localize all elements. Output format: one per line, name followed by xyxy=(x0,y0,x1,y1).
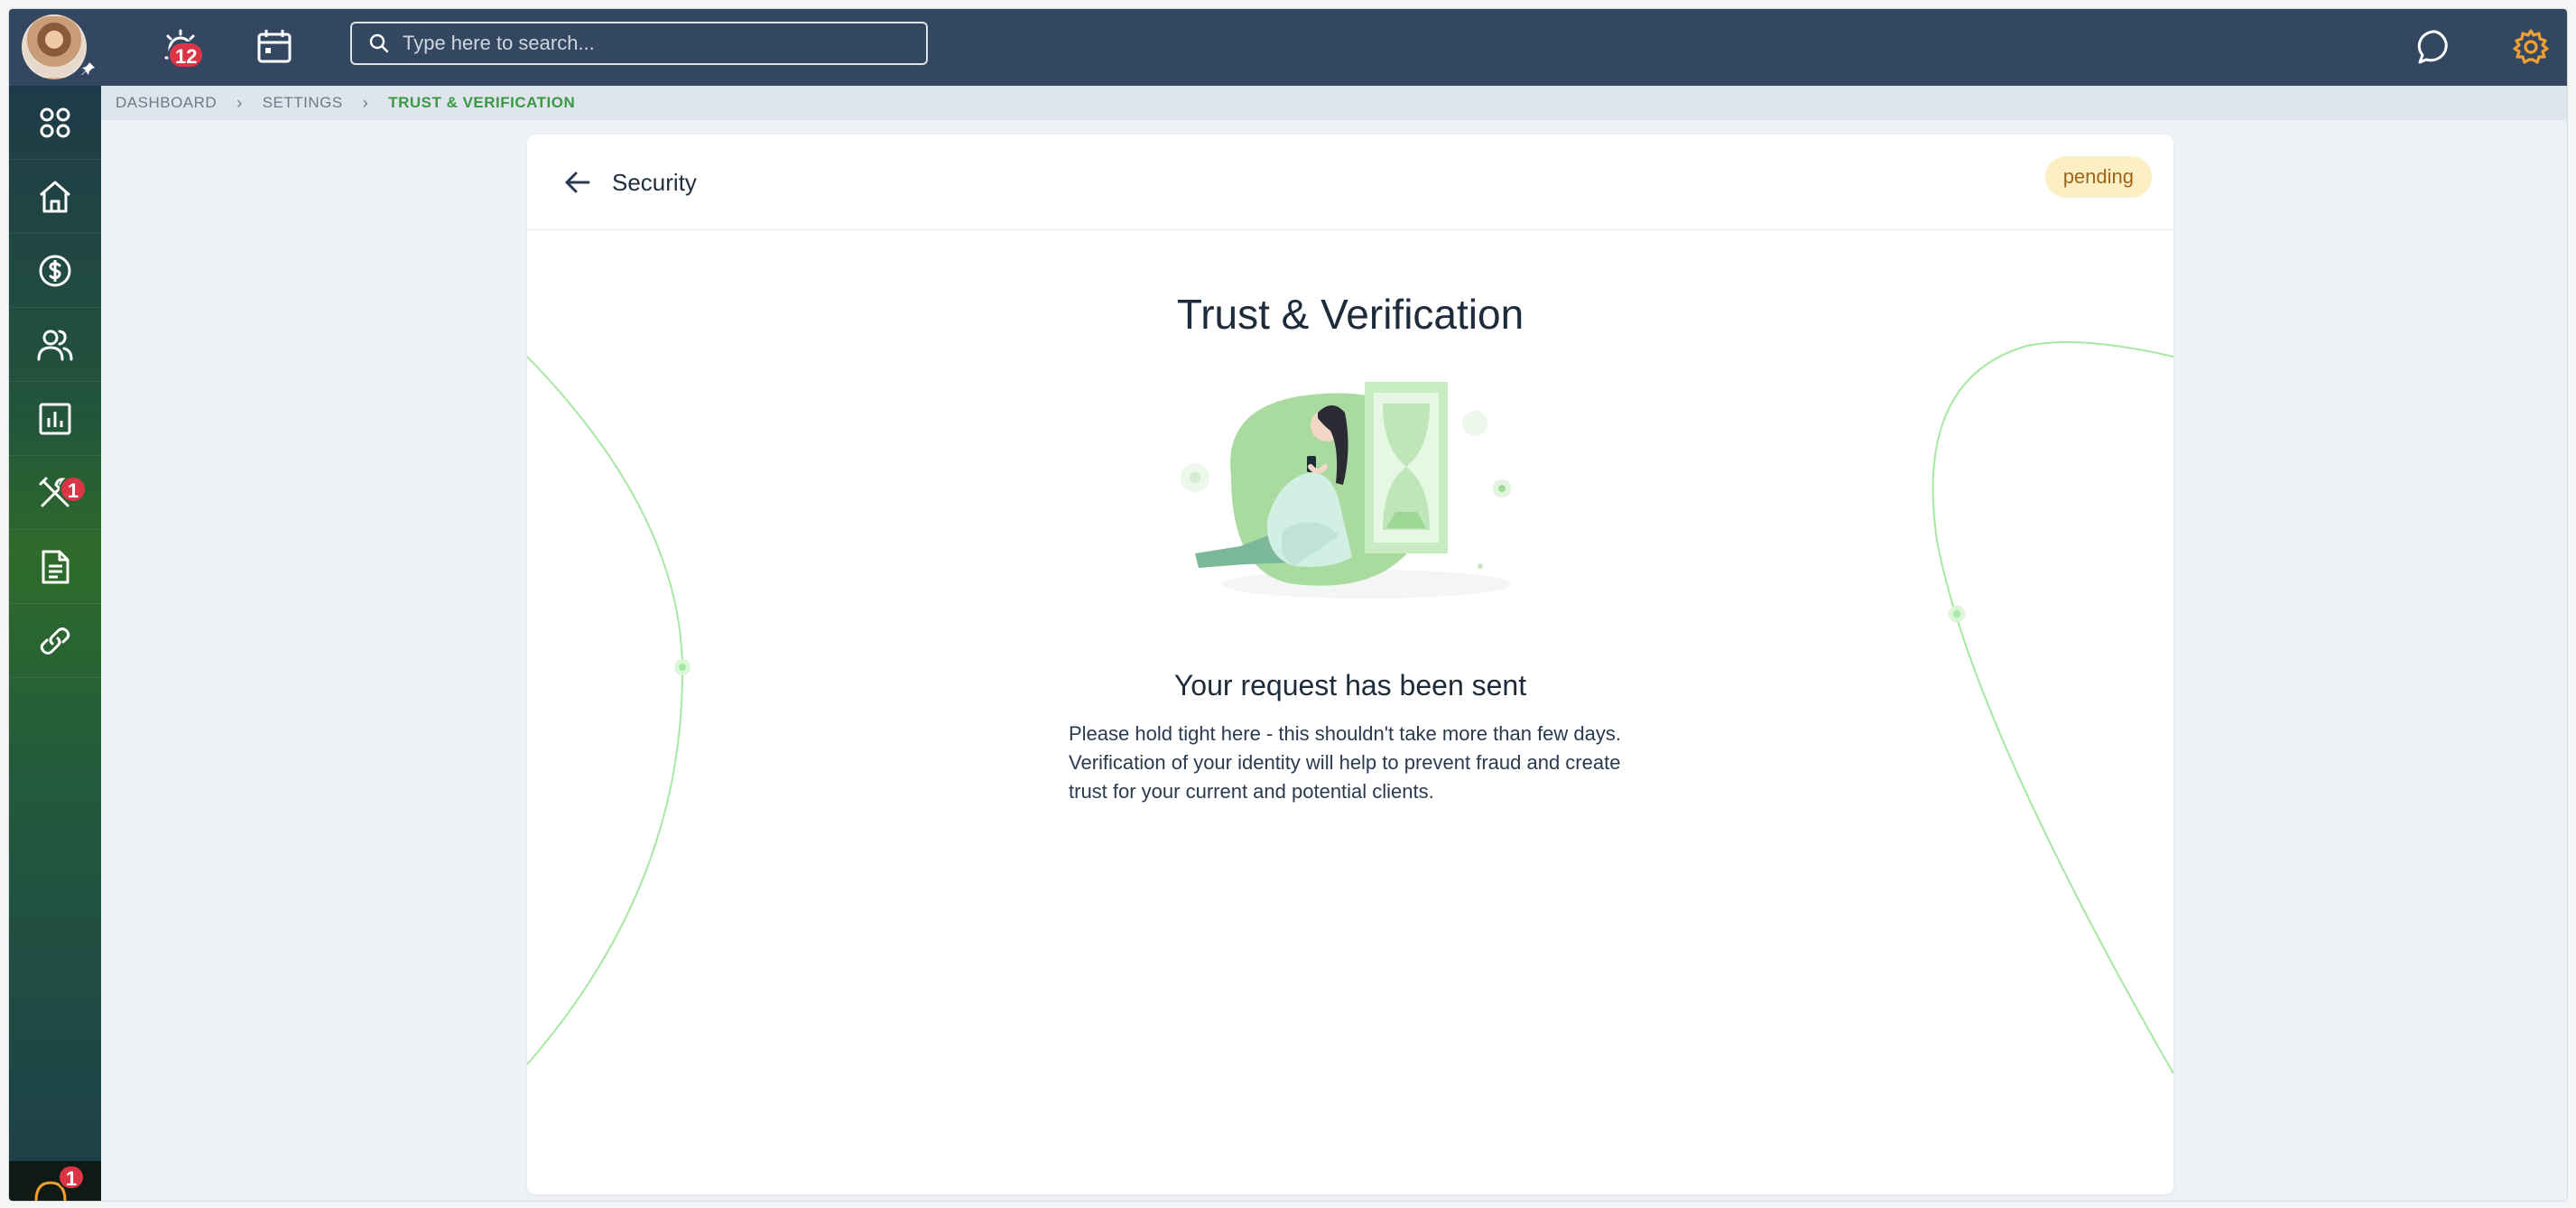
sidebar-item-reports[interactable] xyxy=(9,382,101,456)
confirmation-description: Please hold tight here - this shouldn't … xyxy=(1069,722,1621,803)
chevron-right-icon: › xyxy=(236,93,243,112)
verification-card: Security pending Trust & Verification Yo… xyxy=(527,135,2173,1194)
notifications-badge: 12 xyxy=(168,42,205,69)
calendar-icon[interactable] xyxy=(255,27,294,67)
confirmation-heading: Your request has been sent xyxy=(1173,669,1527,702)
home-icon xyxy=(40,181,70,212)
search-box[interactable] xyxy=(350,22,928,65)
chat-icon[interactable] xyxy=(2415,27,2455,67)
settings-gear-icon[interactable] xyxy=(2511,27,2551,67)
breadcrumb-settings[interactable]: SETTINGS xyxy=(263,94,343,112)
bottom-badge: 1 xyxy=(58,1165,85,1190)
tools-badge: 1 xyxy=(60,476,87,503)
user-avatar[interactable] xyxy=(22,14,87,79)
sidebar-bottom-area: 1 xyxy=(9,1161,101,1201)
sidebar: 1 1 xyxy=(9,86,101,1201)
top-bar: 12 xyxy=(9,9,2567,86)
status-badge: pending xyxy=(2044,156,2152,198)
sidebar-item-tools[interactable] xyxy=(9,456,101,530)
dollar-coin-icon xyxy=(39,255,71,286)
search-input[interactable] xyxy=(403,32,908,55)
chevron-right-icon: › xyxy=(362,93,369,112)
waiting-woman-hourglass-illustration xyxy=(1181,382,1511,599)
breadcrumb-trust-verification: TRUST & VERIFICATION xyxy=(388,94,576,111)
apps-grid-icon xyxy=(40,107,70,137)
document-icon xyxy=(42,550,69,583)
sidebar-item-home[interactable] xyxy=(9,160,101,234)
sidebar-item-apps[interactable] xyxy=(9,86,101,160)
sidebar-item-documents[interactable] xyxy=(9,530,101,604)
breadcrumb-dashboard[interactable]: DASHBOARD xyxy=(116,94,217,112)
pin-icon xyxy=(81,62,95,75)
sidebar-item-links[interactable] xyxy=(9,604,101,678)
bar-chart-icon xyxy=(39,403,71,434)
back-arrow-icon[interactable] xyxy=(560,164,596,200)
link-icon xyxy=(40,627,70,655)
search-icon xyxy=(369,33,389,53)
card-header: Security pending xyxy=(527,135,2173,230)
app-window: 12 Type here to search... 1 1 DASHBOARD … xyxy=(9,9,2567,1201)
users-icon xyxy=(37,330,73,360)
sidebar-item-finance[interactable] xyxy=(9,234,101,308)
header-title: Security xyxy=(612,169,697,196)
breadcrumb: DASHBOARD › SETTINGS › TRUST & VERIFICAT… xyxy=(101,86,2567,120)
sidebar-item-clients[interactable] xyxy=(9,308,101,382)
page-title: Trust & Verification xyxy=(1176,291,1524,338)
